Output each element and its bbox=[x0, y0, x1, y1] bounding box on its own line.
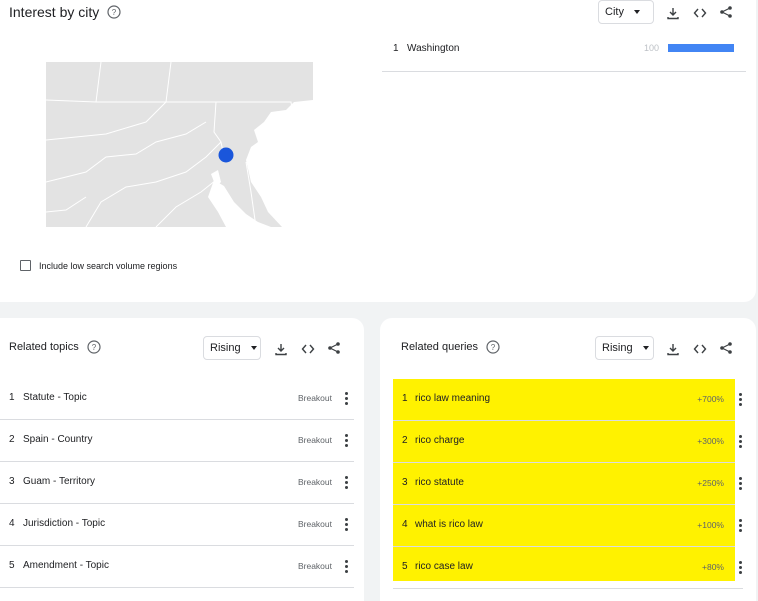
dropdown-value: Rising bbox=[210, 342, 241, 354]
chevron-down-icon bbox=[642, 346, 649, 350]
query-row-more-wrap bbox=[733, 505, 747, 547]
topic-value: Breakout bbox=[297, 393, 332, 403]
share-icon[interactable] bbox=[326, 340, 342, 356]
svg-text:?: ? bbox=[491, 343, 496, 352]
city-rank: 1 bbox=[393, 43, 399, 54]
city-row[interactable]: 1 Washington 100 bbox=[382, 38, 746, 72]
more-vert-icon[interactable] bbox=[341, 390, 351, 406]
related-topics-card: Related topics ? Rising 1 Statute - Topi… bbox=[0, 318, 364, 601]
queries-mode-dropdown[interactable]: Rising bbox=[595, 336, 654, 360]
query-rank: 5 bbox=[402, 561, 408, 572]
code-embed-icon[interactable] bbox=[692, 5, 708, 21]
interest-by-city-card: Interest by city ? City Include low sear… bbox=[0, 0, 756, 302]
query-label: rico charge bbox=[415, 435, 465, 446]
card-title-text: Interest by city bbox=[9, 4, 100, 20]
more-vert-icon[interactable] bbox=[735, 517, 745, 533]
query-label: rico case law bbox=[415, 561, 473, 572]
svg-text:?: ? bbox=[91, 343, 96, 352]
topic-label: Spain - Country bbox=[23, 434, 93, 445]
city-name: Washington bbox=[407, 43, 460, 54]
more-vert-icon[interactable] bbox=[735, 433, 745, 449]
query-row-more-wrap bbox=[733, 463, 747, 505]
topic-label: Statute - Topic bbox=[23, 392, 87, 403]
query-label: rico law meaning bbox=[415, 393, 491, 404]
related-topics-title: Related topics ? bbox=[9, 340, 101, 354]
help-circle-icon[interactable]: ? bbox=[87, 340, 101, 354]
chevron-down-icon bbox=[633, 10, 640, 14]
query-value: +80% bbox=[702, 562, 724, 572]
related-queries-title: Related queries ? bbox=[401, 340, 500, 354]
code-embed-icon[interactable] bbox=[692, 341, 708, 357]
topic-row[interactable]: 3 Guam - Territory Breakout bbox=[0, 462, 354, 504]
query-label: what is rico law bbox=[415, 519, 483, 530]
query-rank: 2 bbox=[402, 435, 408, 446]
divider bbox=[393, 588, 743, 589]
more-vert-icon[interactable] bbox=[735, 475, 745, 491]
more-vert-icon[interactable] bbox=[341, 558, 351, 574]
dropdown-value: City bbox=[605, 6, 624, 18]
share-icon[interactable] bbox=[718, 340, 734, 356]
query-row-more-wrap bbox=[733, 547, 747, 589]
topic-value: Breakout bbox=[297, 561, 332, 571]
query-row[interactable]: 5 rico case law +80% bbox=[393, 547, 735, 581]
topic-rank: 2 bbox=[9, 434, 15, 445]
query-row[interactable]: 2 rico charge +300% bbox=[393, 421, 735, 463]
query-row[interactable]: 3 rico statute +250% bbox=[393, 463, 735, 505]
city-value: 100 bbox=[644, 43, 660, 53]
more-vert-icon[interactable] bbox=[341, 432, 351, 448]
query-rank: 3 bbox=[402, 477, 408, 488]
query-row-more-wrap bbox=[733, 379, 747, 421]
code-embed-icon[interactable] bbox=[300, 341, 316, 357]
topic-row[interactable]: 2 Spain - Country Breakout bbox=[0, 420, 354, 462]
query-value: +250% bbox=[697, 478, 724, 488]
card-title-text: Related topics bbox=[9, 341, 79, 353]
topic-row[interactable]: 5 Amendment - Topic Breakout bbox=[0, 546, 354, 588]
download-icon[interactable] bbox=[273, 341, 289, 357]
topic-value: Breakout bbox=[297, 477, 332, 487]
topic-label: Jurisdiction - Topic bbox=[23, 518, 106, 529]
city-resolution-dropdown[interactable]: City bbox=[598, 0, 654, 24]
city-value-bar-fill bbox=[668, 44, 734, 52]
query-value: +300% bbox=[697, 436, 724, 446]
more-vert-icon[interactable] bbox=[735, 391, 745, 407]
query-label: rico statute bbox=[415, 477, 464, 488]
topic-rank: 3 bbox=[9, 476, 15, 487]
more-vert-icon[interactable] bbox=[341, 474, 351, 490]
topic-label: Amendment - Topic bbox=[23, 560, 109, 571]
topic-rank: 5 bbox=[9, 560, 15, 571]
query-rank: 1 bbox=[402, 393, 408, 404]
help-circle-icon[interactable]: ? bbox=[486, 340, 500, 354]
download-icon[interactable] bbox=[665, 341, 681, 357]
topic-row[interactable]: 4 Jurisdiction - Topic Breakout bbox=[0, 504, 354, 546]
topic-value: Breakout bbox=[297, 435, 332, 445]
topics-mode-dropdown[interactable]: Rising bbox=[203, 336, 261, 360]
topic-label: Guam - Territory bbox=[23, 476, 96, 487]
query-row-more-wrap bbox=[733, 421, 747, 463]
help-circle-icon[interactable]: ? bbox=[107, 5, 121, 19]
topic-rank: 4 bbox=[9, 518, 15, 529]
topic-value: Breakout bbox=[297, 519, 332, 529]
more-vert-icon[interactable] bbox=[735, 559, 745, 575]
query-rank: 4 bbox=[402, 519, 408, 530]
low-volume-checkbox-row[interactable]: Include low search volume regions bbox=[20, 260, 177, 271]
card-title-text: Related queries bbox=[401, 341, 479, 353]
query-value: +100% bbox=[697, 520, 724, 530]
city-value-bar bbox=[668, 44, 734, 52]
interest-by-city-title: Interest by city ? bbox=[9, 4, 121, 20]
query-value: +700% bbox=[697, 394, 724, 404]
region-map[interactable] bbox=[46, 62, 313, 227]
more-vert-icon[interactable] bbox=[341, 516, 351, 532]
topic-row[interactable]: 1 Statute - Topic Breakout bbox=[0, 378, 354, 420]
low-volume-checkbox[interactable] bbox=[20, 260, 31, 271]
low-volume-checkbox-label: Include low search volume regions bbox=[39, 260, 178, 271]
query-row[interactable]: 4 what is rico law +100% bbox=[393, 505, 735, 547]
share-icon[interactable] bbox=[718, 4, 734, 20]
chevron-down-icon bbox=[250, 346, 257, 350]
related-queries-card: Related queries ? Rising 1 rico law mean… bbox=[380, 318, 756, 601]
topic-rank: 1 bbox=[9, 392, 15, 403]
svg-text:?: ? bbox=[112, 8, 117, 17]
dropdown-value: Rising bbox=[602, 342, 633, 354]
query-row[interactable]: 1 rico law meaning +700% bbox=[393, 379, 735, 421]
download-icon[interactable] bbox=[665, 5, 681, 21]
